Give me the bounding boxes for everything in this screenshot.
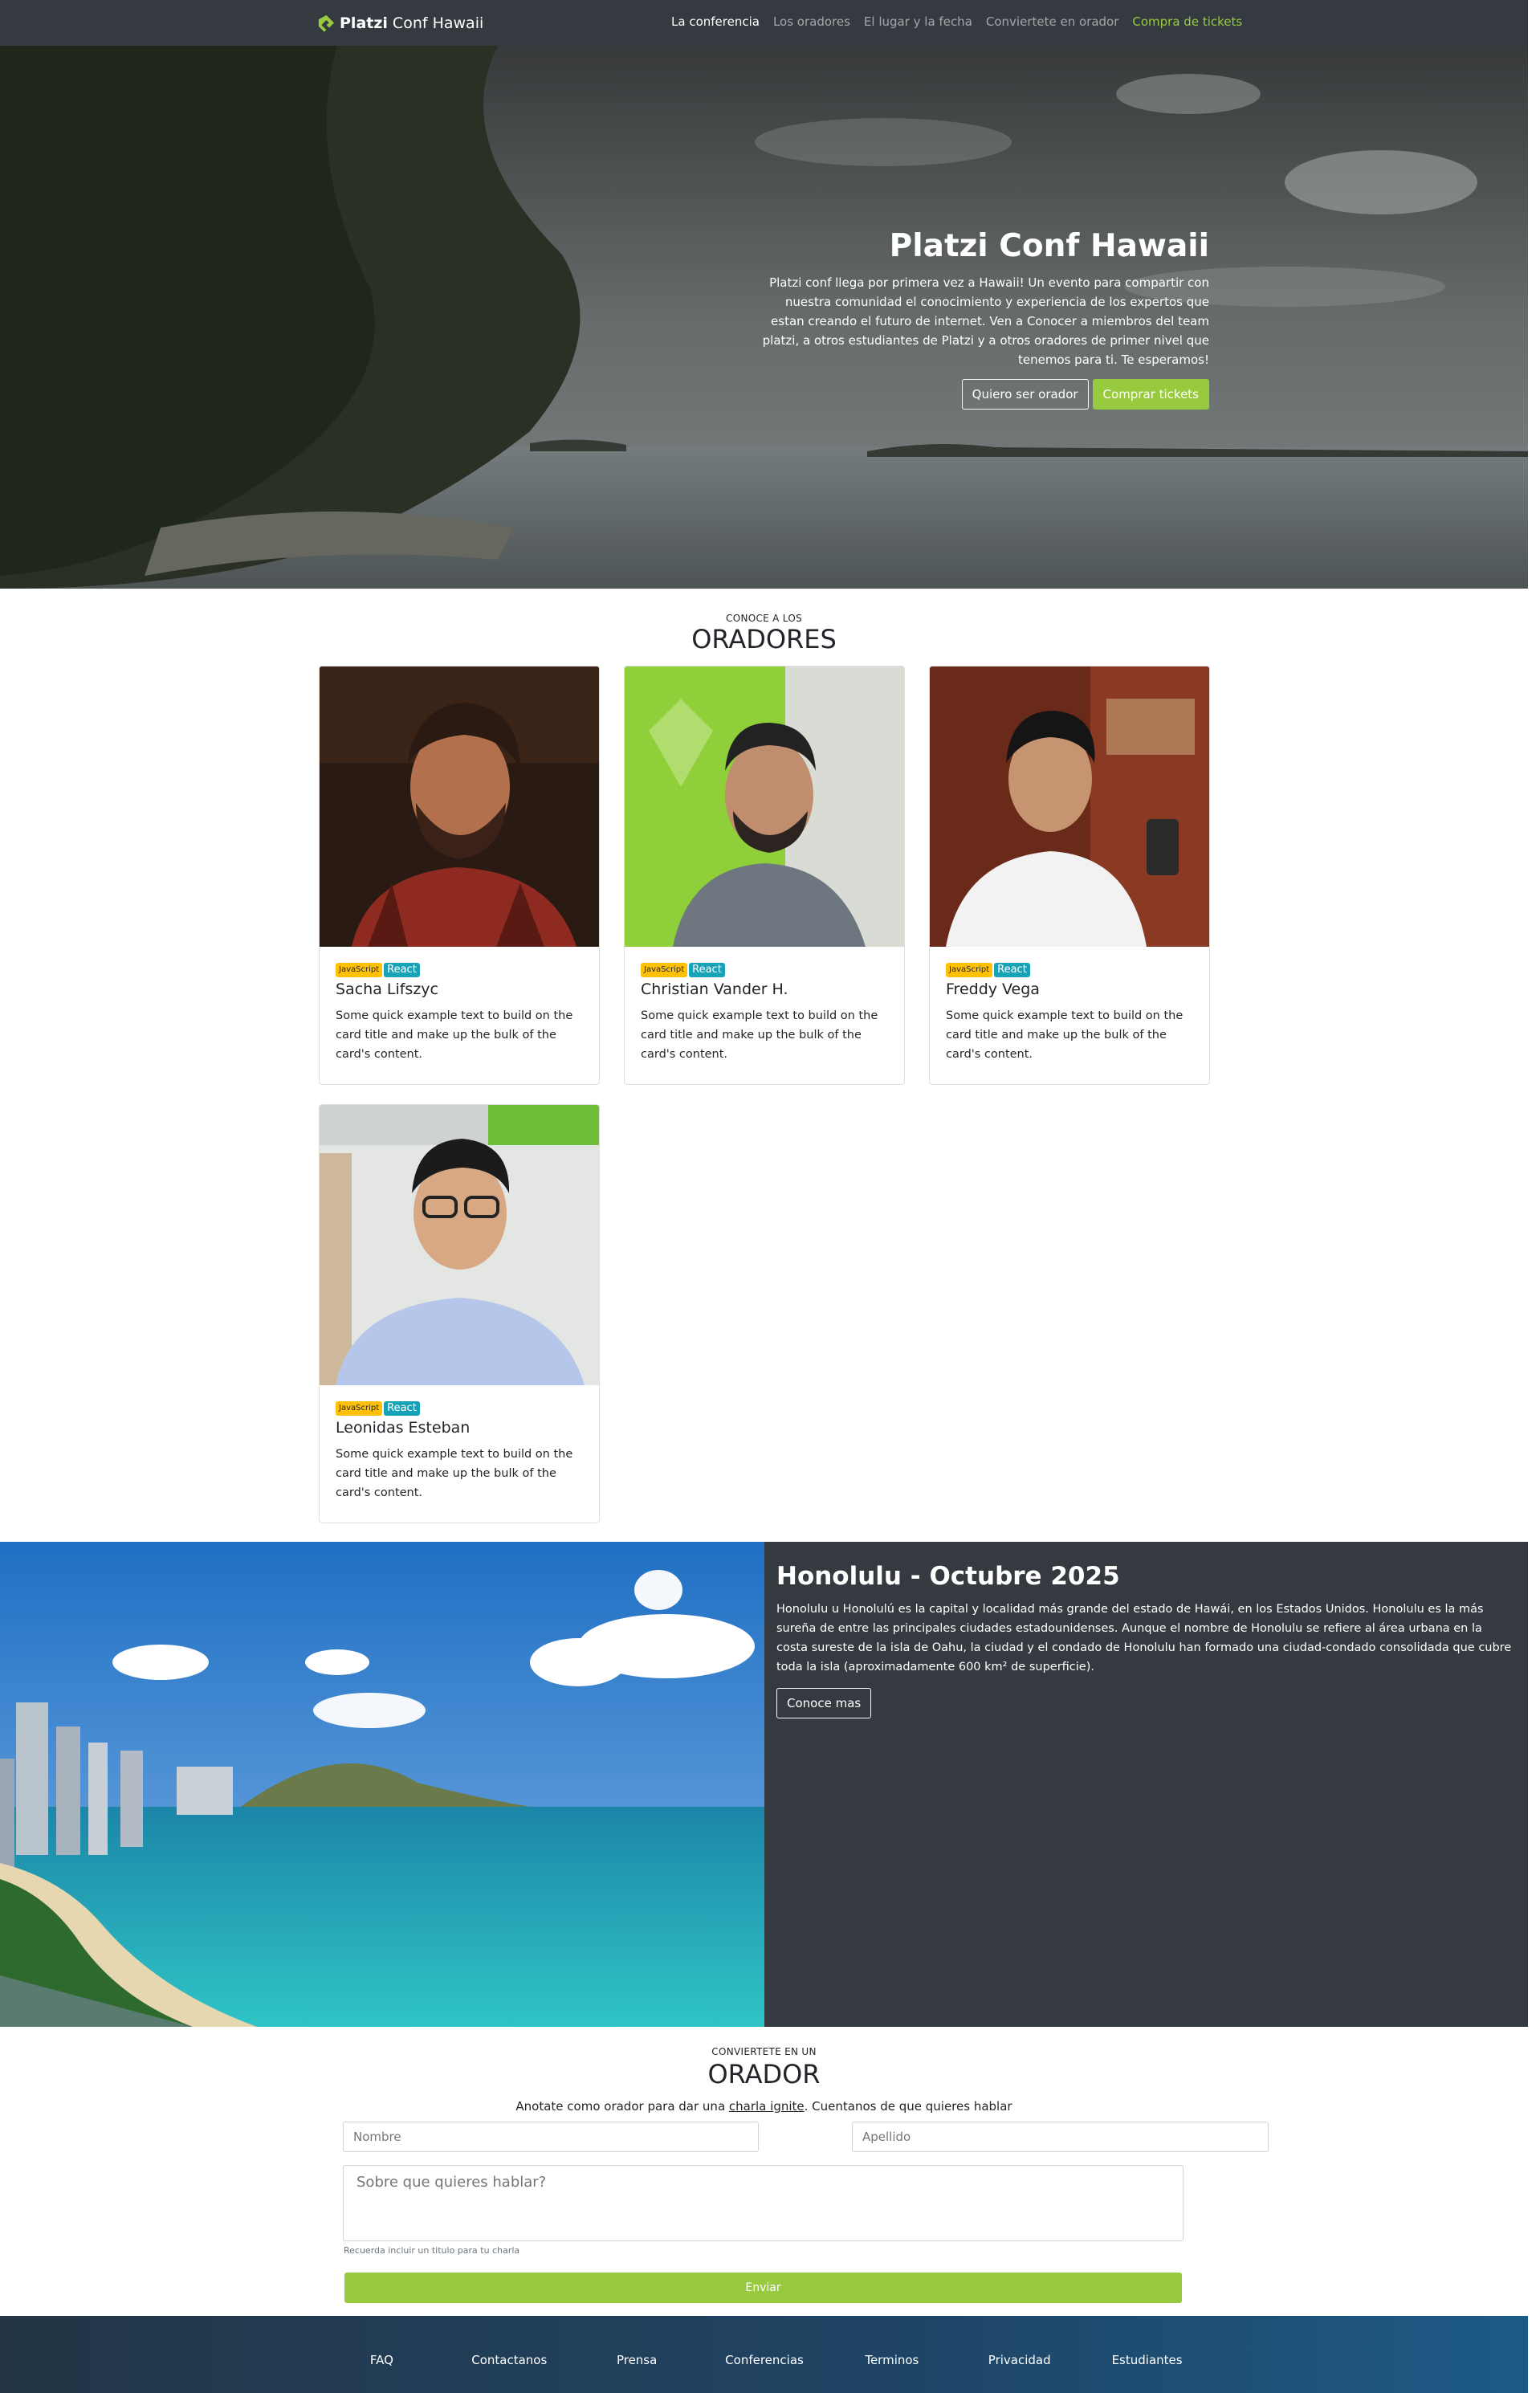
nav-lugar-fecha[interactable]: El lugar y la fecha [864, 14, 972, 29]
speaker-card[interactable]: JavaScript React Freddy Vega Some quick … [929, 666, 1210, 1085]
footer: FAQ Contactanos Prensa Conferencias Term… [0, 2316, 1528, 2393]
venue-section: Honolulu - Octubre 2025 Honolulu u Honol… [0, 1542, 1528, 2027]
speaker-photo [320, 1105, 599, 1385]
form-title: ORADOR [707, 2059, 821, 2089]
badge-javascript: JavaScript [336, 963, 383, 977]
speaker-photo [930, 667, 1209, 947]
brand-bold: Platzi [340, 14, 388, 32]
form-lead-after: . Cuentanos de que quieres hablar [804, 2099, 1012, 2114]
badge-react: React [384, 963, 420, 977]
badge-react: React [384, 1401, 420, 1416]
nav-la-conferencia[interactable]: La conferencia [671, 14, 760, 29]
nav-links: La conferencia Los oradores El lugar y l… [671, 14, 1242, 29]
speaker-name: Freddy Vega [946, 980, 1040, 998]
form-lead-before: Anotate como orador para dar una [515, 2099, 729, 2114]
speaker-name: Christian Vander H. [641, 980, 788, 998]
speakers-subtitle: CONOCE A LOS [726, 613, 802, 624]
badge-javascript: JavaScript [336, 1401, 383, 1416]
nav-los-oradores[interactable]: Los oradores [773, 14, 850, 29]
learn-more-button[interactable]: Conoce mas [776, 1688, 872, 1718]
hero-title: Platzi Conf Hawaii [889, 228, 1209, 264]
buy-tickets-button[interactable]: Comprar tickets [1092, 379, 1209, 410]
first-name-input[interactable] [343, 2122, 759, 2152]
hero: Platzi Conf Hawaii Platzi conf llega por… [0, 46, 1528, 589]
badge-javascript: JavaScript [641, 963, 688, 977]
hero-content: Platzi Conf Hawaii Platzi conf llega por… [760, 227, 1209, 410]
footer-faq[interactable]: FAQ [318, 2353, 446, 2367]
topic-textarea[interactable] [343, 2165, 1184, 2241]
venue-panel: Honolulu - Octubre 2025 Honolulu u Honol… [764, 1542, 1528, 2027]
speaker-card[interactable]: JavaScript React Christian Vander H. Som… [624, 666, 905, 1085]
footer-estudiantes[interactable]: Estudiantes [1083, 2353, 1211, 2367]
speakers-title: ORADORES [691, 624, 837, 654]
speaker-description: Some quick example text to build on the … [336, 1009, 573, 1061]
speaker-photo [320, 667, 599, 947]
navbar: Platzi Conf Hawaii La conferencia Los or… [0, 0, 1528, 46]
hero-text: Platzi conf llega por primera vez a Hawa… [762, 275, 1209, 367]
submit-button[interactable]: Enviar [344, 2273, 1182, 2303]
speaker-description: Some quick example text to build on the … [946, 1009, 1184, 1061]
speaker-card[interactable]: JavaScript React Sacha Lifszyc Some quic… [319, 666, 600, 1085]
last-name-input[interactable] [852, 2122, 1269, 2152]
speakers-section: CONOCE A LOS ORADORES JavaScript React S… [0, 589, 1528, 1542]
page: Platzi Conf Hawaii La conferencia Los or… [0, 0, 1528, 2393]
brand-link[interactable]: Platzi Conf Hawaii [318, 13, 483, 34]
footer-privacidad[interactable]: Privacidad [955, 2353, 1083, 2367]
speaker-form-section: CONVIERTETE EN UN ORADOR Anotate como or… [0, 2027, 1528, 2316]
speaker-button[interactable]: Quiero ser orador [961, 379, 1089, 410]
speaker-description: Some quick example text to build on the … [641, 1009, 878, 1061]
charla-ignite-link[interactable]: charla ignite [729, 2099, 805, 2114]
nav-conviertete-orador[interactable]: Conviertete en orador [986, 14, 1119, 29]
badge-javascript: JavaScript [946, 963, 993, 977]
badge-react: React [689, 963, 725, 977]
form-subtitle: CONVIERTETE EN UN [711, 2046, 817, 2057]
footer-conferencias[interactable]: Conferencias [701, 2353, 829, 2367]
brand-rest: Conf Hawaii [392, 14, 484, 32]
speaker-description: Some quick example text to build on the … [336, 1448, 573, 1499]
form-help-text: Recuerda incluir un titulo para tu charl… [344, 2245, 520, 2256]
footer-links: FAQ Contactanos Prensa Conferencias Term… [318, 2353, 1211, 2367]
form-lead: Anotate como orador para dar una charla … [0, 2099, 1528, 2114]
speaker-name: Sacha Lifszyc [336, 980, 438, 998]
footer-prensa[interactable]: Prensa [573, 2353, 701, 2367]
venue-title: Honolulu - Octubre 2025 [776, 1562, 1120, 1591]
hero-buttons: Quiero ser orador Comprar tickets [760, 379, 1209, 410]
speaker-name: Leonidas Esteban [336, 1419, 471, 1437]
honolulu-beach-image [0, 1542, 764, 2027]
platzi-logo-icon [318, 14, 335, 32]
footer-contactanos[interactable]: Contactanos [446, 2353, 573, 2367]
nav-compra-tickets[interactable]: Compra de tickets [1132, 14, 1242, 29]
badge-react: React [994, 963, 1030, 977]
speaker-card[interactable]: JavaScript React Leonidas Esteban Some q… [319, 1104, 600, 1523]
venue-description: Honolulu u Honolulú es la capital y loca… [776, 1603, 1512, 1673]
footer-terminos[interactable]: Terminos [828, 2353, 955, 2367]
speaker-photo [625, 667, 904, 947]
